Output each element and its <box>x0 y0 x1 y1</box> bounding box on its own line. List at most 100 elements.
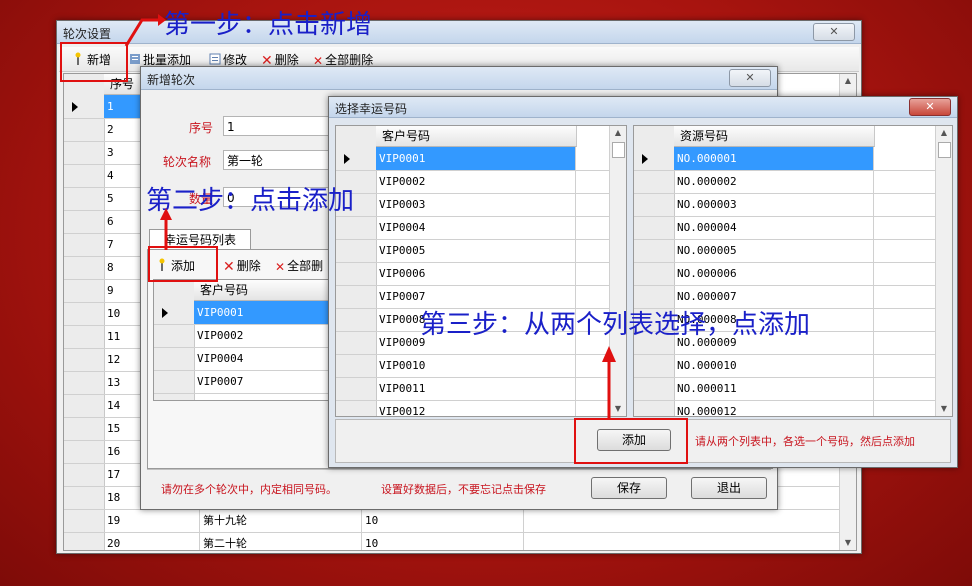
new-round-close-button[interactable]: ✕ <box>729 69 771 87</box>
cell-customer[interactable]: VIP0002 <box>376 170 576 193</box>
table-row[interactable]: VIP0003 <box>336 193 626 217</box>
row-selector-arrow-icon <box>642 154 648 164</box>
row-selector-arrow-icon <box>162 308 168 318</box>
select-close-button[interactable]: ✕ <box>909 98 951 116</box>
resource-col-header[interactable]: 资源号码 <box>674 126 875 147</box>
resource-scroll-down-icon[interactable]: ▼ <box>936 402 952 416</box>
table-row[interactable]: NO.000002 <box>634 170 952 194</box>
customer-scroll-up-icon[interactable]: ▲ <box>610 126 626 140</box>
round-name-input[interactable]: 第一轮 <box>223 150 343 170</box>
table-row[interactable]: NO.000005 <box>634 239 952 263</box>
table-row[interactable]: VIP0011 <box>336 377 626 401</box>
cell-customer[interactable]: VIP0006 <box>376 262 576 285</box>
cell-name[interactable]: 第二十轮 <box>200 532 362 550</box>
table-row[interactable]: 19 第十九轮 10 <box>64 509 856 533</box>
cell-seq[interactable]: 19 <box>104 509 200 532</box>
cell-resource[interactable]: NO.000010 <box>674 354 874 377</box>
table-row[interactable]: VIP0012 <box>336 400 626 416</box>
cell-resource[interactable]: NO.000004 <box>674 216 874 239</box>
save-button[interactable]: 保存 <box>591 477 667 499</box>
cell-resource[interactable]: NO.000011 <box>674 377 874 400</box>
customer-col-header[interactable]: 客户号码 <box>376 126 577 147</box>
cell-customer[interactable]: VIP0001 <box>194 301 334 324</box>
main-close-button[interactable]: ✕ <box>813 23 855 41</box>
cell-customer[interactable]: VIP0003 <box>376 193 576 216</box>
cell-qty[interactable]: 10 <box>362 509 524 532</box>
cell-resource[interactable]: NO.000002 <box>674 170 874 193</box>
lucky-col-customer[interactable]: 客户号码 <box>194 280 334 301</box>
table-row[interactable]: NO.000010 <box>634 354 952 378</box>
step2-arrow-icon <box>160 208 172 250</box>
step1-highlight <box>60 42 128 82</box>
step1-arrow-icon <box>124 14 166 47</box>
resource-grid: 资源号码 NO.000001 NO.000002 NO.000003 NO.00000… <box>633 125 953 417</box>
round-name-label: 轮次名称 <box>163 155 212 169</box>
batch-add-button-label: 批量添加 <box>143 53 192 67</box>
table-row[interactable]: NO.000004 <box>634 216 952 240</box>
table-row[interactable]: VIP0002 <box>336 170 626 194</box>
lucky-delete-all-button[interactable]: ✕ 全部删 <box>275 257 323 274</box>
new-round-title: 新增轮次 <box>147 73 196 87</box>
seq-label: 序号 <box>189 121 214 135</box>
cell-resource[interactable]: NO.000001 <box>674 147 874 170</box>
cell-customer[interactable]: VIP0004 <box>376 216 576 239</box>
main-window-title: 轮次设置 <box>63 27 112 41</box>
delete-button-label: 删除 <box>274 53 299 67</box>
table-row[interactable]: VIP0004 <box>336 216 626 240</box>
cell-customer[interactable]: VIP0001 <box>376 147 576 170</box>
resource-scroll-up-icon[interactable]: ▲ <box>936 126 952 140</box>
select-title: 选择幸运号码 <box>335 102 408 116</box>
cell-seq[interactable]: 20 <box>104 532 200 550</box>
select-hint: 请从两个列表中，各选一个号码，然后点添加 <box>695 435 915 448</box>
table-row[interactable]: VIP0005 <box>336 239 626 263</box>
resource-scroll-thumb[interactable] <box>938 142 951 158</box>
cell-customer[interactable]: VIP0010 <box>376 354 576 377</box>
lucky-delete-button[interactable]: ✕ 删除 <box>223 257 261 275</box>
table-row[interactable]: NO.000001 <box>634 147 952 171</box>
row-selector-arrow-icon <box>72 102 78 112</box>
delete-all-button-label: 全部删除 <box>325 53 374 67</box>
step3-highlight <box>574 418 688 464</box>
cell-customer[interactable]: VIP0012 <box>376 400 576 416</box>
table-row[interactable]: VIP0002 <box>154 324 334 348</box>
table-row[interactable]: NO.000012 <box>634 400 952 416</box>
new-round-titlebar: 新增轮次 ✕ <box>141 67 777 90</box>
cell-name[interactable]: 第十九轮 <box>200 509 362 532</box>
table-row[interactable]: NO.000003 <box>634 193 952 217</box>
resource-scrollbar[interactable]: ▲ ▼ <box>935 126 952 416</box>
lucky-delete-icon: ✕ <box>223 258 235 275</box>
cell-customer[interactable]: VIP0005 <box>376 239 576 262</box>
select-lucky-dialog: 选择幸运号码 ✕ 客户号码 VIP0001 VIP0002 VIP0003 VIP00… <box>328 96 958 468</box>
note-save-reminder: 设置好数据后，不要忘记点击保存 <box>381 483 546 496</box>
table-row[interactable]: VIP0006 <box>336 262 626 286</box>
table-row[interactable]: VIP0004 <box>154 347 334 371</box>
table-row[interactable]: NO.000006 <box>634 262 952 286</box>
scroll-down-icon[interactable]: ▼ <box>840 536 856 550</box>
cell-customer[interactable]: VIP0011 <box>376 377 576 400</box>
table-row[interactable]: VIP0001 <box>336 147 626 171</box>
step3-arrow-icon <box>602 346 616 418</box>
select-titlebar: 选择幸运号码 ✕ <box>329 97 957 118</box>
table-row[interactable]: 20 第二十轮 10 <box>64 532 856 550</box>
cell-customer[interactable]: VIP0004 <box>194 347 334 370</box>
customer-scroll-thumb[interactable] <box>612 142 625 158</box>
table-row[interactable]: VIP0007 <box>154 370 334 394</box>
cell-resource[interactable]: NO.000006 <box>674 262 874 285</box>
row-selector-arrow-icon <box>344 154 350 164</box>
cell-customer[interactable]: VIP0007 <box>194 370 334 393</box>
cell-resource[interactable]: NO.000003 <box>674 193 874 216</box>
lucky-delete-label: 删除 <box>236 259 261 273</box>
cell-customer[interactable]: VIP0002 <box>194 324 334 347</box>
table-row[interactable]: NO.000011 <box>634 377 952 401</box>
note-no-duplicate: 请勿在多个轮次中，内定相同号码。 <box>161 483 337 496</box>
table-row[interactable]: VIP0001 <box>154 301 334 325</box>
cell-resource[interactable]: NO.000012 <box>674 400 874 416</box>
step2-text: 第二步：点击添加 <box>146 186 355 216</box>
cell-qty[interactable]: 10 <box>362 532 524 550</box>
cell-resource[interactable]: NO.000005 <box>674 239 874 262</box>
seq-input[interactable]: 1 <box>223 116 343 136</box>
customer-grid: 客户号码 VIP0001 VIP0002 VIP0003 VIP0004 VIP0005… <box>335 125 627 417</box>
table-row[interactable]: VIP0010 <box>336 354 626 378</box>
scroll-up-icon[interactable]: ▲ <box>840 74 856 88</box>
exit-button[interactable]: 退出 <box>691 477 767 499</box>
